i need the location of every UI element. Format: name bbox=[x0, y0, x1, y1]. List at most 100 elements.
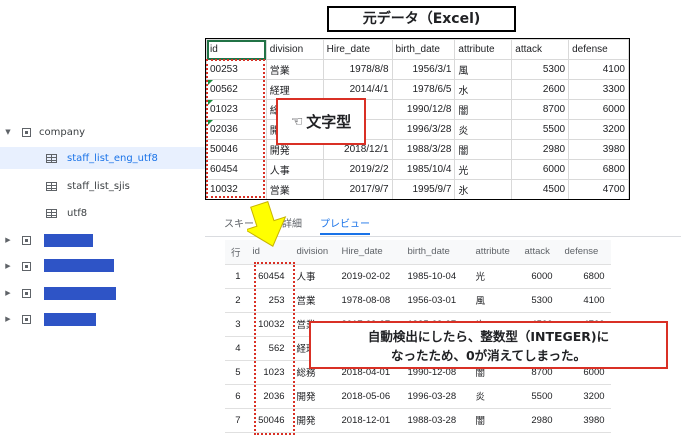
excel-cell[interactable]: 4500 bbox=[511, 179, 570, 199]
preview-cell: 6 bbox=[225, 384, 247, 409]
excel-cell[interactable]: 1996/3/28 bbox=[391, 119, 456, 140]
preview-cell: 風 bbox=[469, 288, 519, 313]
preview-cell: 6800 bbox=[558, 264, 611, 289]
excel-id-highlight bbox=[206, 59, 265, 198]
preview-header-cell: 行 bbox=[225, 240, 247, 265]
excel-sheet: id division Hire_date birth_date attribu… bbox=[205, 38, 630, 200]
excel-cell[interactable]: 3200 bbox=[568, 119, 629, 140]
tree-item-redacted[interactable]: ▶ bbox=[0, 282, 31, 304]
excel-header-cell[interactable]: defense bbox=[568, 39, 629, 60]
tree-item-label: utf8 bbox=[67, 207, 88, 219]
excel-cell[interactable]: 2980 bbox=[511, 139, 570, 160]
preview-header-cell: birth_date bbox=[401, 240, 470, 265]
excel-cell[interactable]: 風 bbox=[454, 59, 513, 80]
excel-header-cell[interactable]: Hire_date bbox=[322, 39, 393, 60]
preview-cell: 5300 bbox=[518, 288, 559, 313]
excel-cell[interactable]: 6000 bbox=[568, 99, 629, 120]
preview-cell: 5 bbox=[225, 360, 247, 385]
excel-cell[interactable]: 2019/2/2 bbox=[322, 159, 393, 180]
excel-cell[interactable]: 5300 bbox=[511, 59, 570, 80]
excel-table: id division Hire_date birth_date attribu… bbox=[206, 39, 629, 199]
tree-item-company[interactable]: ▼ company bbox=[0, 121, 85, 143]
dataset-icon bbox=[22, 235, 31, 245]
down-arrow-icon bbox=[247, 201, 287, 247]
preview-header-cell: attack bbox=[518, 240, 559, 265]
preview-cell: 1 bbox=[225, 264, 247, 289]
tree-item-staff-list-eng-utf8[interactable]: staff_list_eng_utf8 bbox=[0, 147, 205, 169]
caret-right-icon[interactable]: ▶ bbox=[3, 289, 13, 297]
tree-item-utf8[interactable]: utf8 bbox=[0, 202, 87, 224]
preview-cell: 営業 bbox=[290, 288, 336, 313]
preview-cell: 4100 bbox=[558, 288, 611, 313]
excel-row: 50046 開発 2018/12/1 1988/3/28 闇 2980 3980 bbox=[206, 139, 629, 160]
excel-cell[interactable]: 闇 bbox=[454, 99, 513, 120]
tree-item-redacted[interactable]: ▶ bbox=[0, 229, 31, 251]
excel-cell[interactable]: 営業 bbox=[265, 59, 324, 80]
callout-line: なったため、0が消えてしまった。 bbox=[390, 348, 587, 363]
excel-cell[interactable]: 闇 bbox=[454, 139, 513, 160]
redacted-block bbox=[44, 313, 96, 326]
excel-cell[interactable]: 1995/9/7 bbox=[391, 179, 456, 199]
excel-cell[interactable]: 1978/8/8 bbox=[322, 59, 393, 80]
excel-cell[interactable]: 4700 bbox=[568, 179, 629, 199]
excel-title: 元データ（Excel) bbox=[327, 6, 516, 32]
excel-cell[interactable]: 8700 bbox=[511, 99, 570, 120]
preview-cell: 2018-12-01 bbox=[335, 408, 402, 433]
caret-right-icon[interactable]: ▶ bbox=[3, 262, 13, 270]
excel-cell[interactable]: 1988/3/28 bbox=[391, 139, 456, 160]
excel-cell[interactable]: 6000 bbox=[511, 159, 570, 180]
preview-header-cell: defense bbox=[558, 240, 611, 265]
preview-cell: 1988-03-28 bbox=[401, 408, 470, 433]
excel-cell[interactable]: 2014/4/1 bbox=[322, 79, 393, 100]
caret-right-icon[interactable]: ▶ bbox=[3, 315, 13, 323]
excel-header-cell[interactable]: attribute bbox=[454, 39, 513, 60]
excel-header-cell[interactable]: id bbox=[206, 39, 267, 60]
excel-header-cell[interactable]: division bbox=[265, 39, 324, 60]
tree-item-redacted[interactable]: ▶ bbox=[0, 308, 31, 330]
excel-cell[interactable]: 2017/9/7 bbox=[322, 179, 393, 199]
caret-down-icon[interactable]: ▼ bbox=[3, 128, 13, 136]
sidebar: ▼ company staff_list_eng_utf8 staff_list… bbox=[0, 0, 205, 440]
excel-row: 00562 経理 2014/4/1 1978/6/5 水 2600 3300 bbox=[206, 79, 629, 100]
pointing-hand-icon: ☜ bbox=[290, 113, 304, 130]
redacted-block bbox=[44, 287, 116, 300]
tab-preview[interactable]: プレビュー bbox=[320, 215, 370, 235]
excel-cell[interactable]: 光 bbox=[454, 159, 513, 180]
excel-cell[interactable]: 経理 bbox=[265, 79, 324, 100]
tree-item-label: company bbox=[39, 126, 86, 138]
excel-cell[interactable]: 人事 bbox=[265, 159, 324, 180]
excel-header-cell[interactable]: attack bbox=[511, 39, 570, 60]
excel-cell[interactable]: 炎 bbox=[454, 119, 513, 140]
excel-cell[interactable]: 5500 bbox=[511, 119, 570, 140]
preview-header-cell: division bbox=[290, 240, 336, 265]
preview-header-cell: Hire_date bbox=[335, 240, 402, 265]
excel-cell[interactable]: 氷 bbox=[454, 179, 513, 199]
caret-right-icon[interactable]: ▶ bbox=[3, 236, 13, 244]
excel-cell[interactable]: 2600 bbox=[511, 79, 570, 100]
tree-item-label: staff_list_sjis bbox=[67, 180, 130, 192]
excel-row: 10032 営業 2017/9/7 1995/9/7 氷 4500 4700 bbox=[206, 179, 629, 199]
table-icon bbox=[46, 208, 57, 218]
excel-cell[interactable]: 3300 bbox=[568, 79, 629, 100]
excel-cell[interactable]: 6800 bbox=[568, 159, 629, 180]
tree-item-staff-list-sjis[interactable]: staff_list_sjis bbox=[0, 175, 130, 197]
excel-cell[interactable]: 水 bbox=[454, 79, 513, 100]
excel-cell[interactable]: 1985/10/4 bbox=[391, 159, 456, 180]
excel-cell[interactable]: 3980 bbox=[568, 139, 629, 160]
table-icon bbox=[46, 153, 57, 163]
preview-cell: 2 bbox=[225, 288, 247, 313]
excel-cell[interactable]: 1956/3/1 bbox=[391, 59, 456, 80]
tree-item-redacted[interactable]: ▶ bbox=[0, 255, 31, 277]
excel-cell[interactable]: 1990/12/8 bbox=[391, 99, 456, 120]
preview-cell: 1996-03-28 bbox=[401, 384, 470, 409]
preview-header-cell: attribute bbox=[469, 240, 519, 265]
tree-item-label: staff_list_eng_utf8 bbox=[67, 152, 158, 164]
excel-cell[interactable]: 4100 bbox=[568, 59, 629, 80]
excel-cell[interactable]: 営業 bbox=[265, 179, 324, 199]
excel-row: 02036 開 1996/3/28 炎 5500 3200 bbox=[206, 119, 629, 140]
excel-row: 00253 営業 1978/8/8 1956/3/1 風 5300 4100 bbox=[206, 59, 629, 80]
preview-cell: 闇 bbox=[469, 408, 519, 433]
excel-header-cell[interactable]: birth_date bbox=[391, 39, 456, 60]
preview-cell: 開発 bbox=[290, 408, 336, 433]
excel-cell[interactable]: 1978/6/5 bbox=[391, 79, 456, 100]
